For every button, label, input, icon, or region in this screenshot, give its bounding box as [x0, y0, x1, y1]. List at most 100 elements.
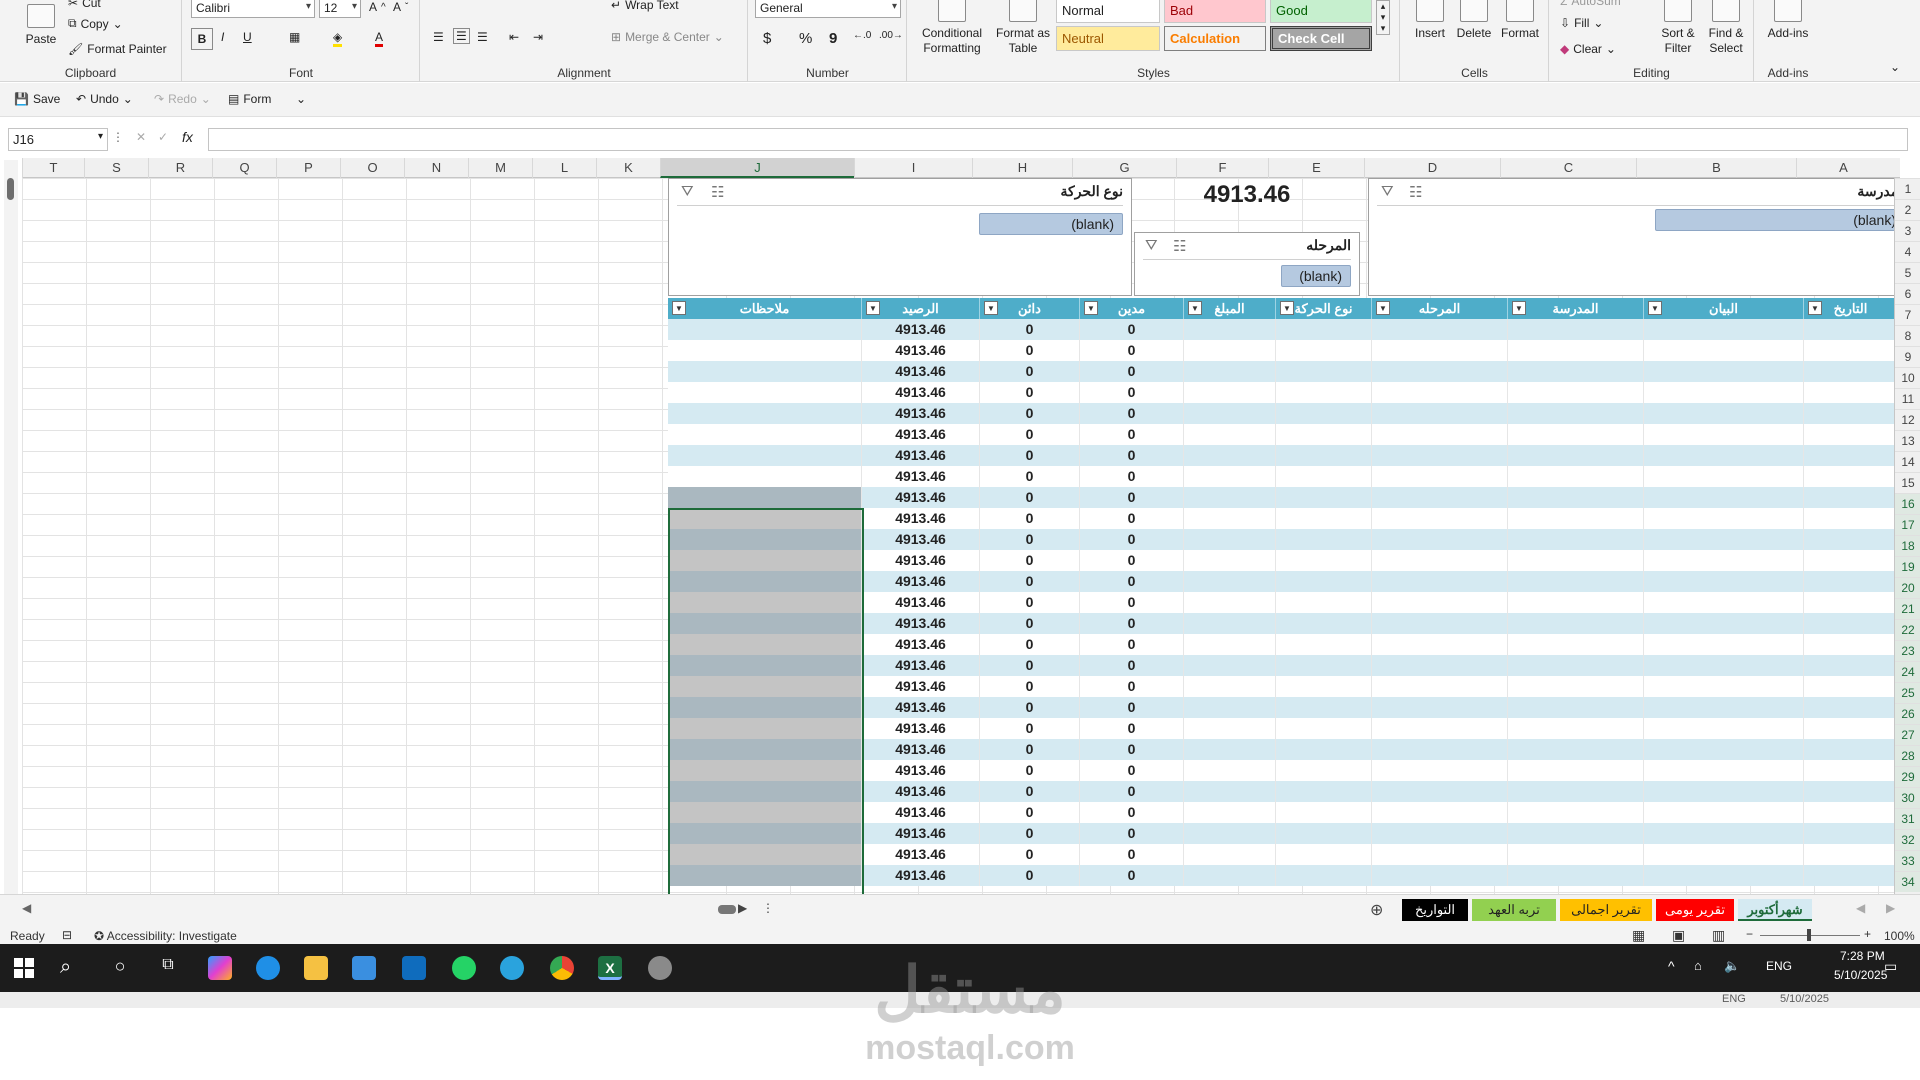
table-cell[interactable]: [1184, 718, 1276, 739]
column-header[interactable]: R: [148, 158, 212, 178]
slicer-movement-type[interactable]: ⛛ ☷ نوع الحركة (blank): [668, 178, 1132, 296]
table-cell[interactable]: 0: [980, 529, 1080, 550]
style-good[interactable]: Good: [1270, 0, 1372, 23]
table-column-header[interactable]: المرحله ▼: [1372, 298, 1508, 319]
table-cell[interactable]: [668, 340, 862, 361]
table-cell[interactable]: [668, 529, 862, 550]
align-left-button[interactable]: ☰: [433, 30, 444, 44]
table-cell[interactable]: 0: [1080, 655, 1184, 676]
table-cell[interactable]: [1508, 676, 1644, 697]
table-cell[interactable]: 4913.46: [862, 508, 980, 529]
table-cell[interactable]: [1184, 802, 1276, 823]
table-cell[interactable]: [1804, 676, 1894, 697]
zoom-out-icon[interactable]: −: [1746, 927, 1753, 941]
table-row[interactable]: 4913.46 0 0: [668, 739, 1894, 760]
table-cell[interactable]: 0: [1080, 319, 1184, 340]
row-header[interactable]: 15: [1895, 472, 1920, 493]
table-row[interactable]: 4913.46 0 0: [668, 529, 1894, 550]
table-row[interactable]: 4913.46 0 0: [668, 382, 1894, 403]
table-cell[interactable]: [1508, 445, 1644, 466]
tray-overflow-icon[interactable]: ^: [1668, 958, 1675, 974]
font-family-select[interactable]: Calibri ▾: [191, 0, 315, 18]
table-cell[interactable]: [1644, 550, 1804, 571]
table-cell[interactable]: [1276, 613, 1372, 634]
table-row[interactable]: 4913.46 0 0: [668, 361, 1894, 382]
slicer-stage[interactable]: ⛛ ☷ المرحله (blank): [1134, 232, 1360, 296]
excel-icon[interactable]: X: [598, 956, 622, 980]
decrease-decimal-button[interactable]: .00→: [879, 30, 903, 41]
row-header[interactable]: 31: [1895, 808, 1920, 829]
table-cell[interactable]: [1644, 403, 1804, 424]
table-cell[interactable]: [1184, 655, 1276, 676]
table-cell[interactable]: [1184, 361, 1276, 382]
table-cell[interactable]: [1508, 613, 1644, 634]
vertical-scrollbar[interactable]: [4, 160, 18, 894]
table-cell[interactable]: [1184, 529, 1276, 550]
table-cell[interactable]: [1508, 487, 1644, 508]
table-cell[interactable]: [1644, 697, 1804, 718]
table-cell[interactable]: [1276, 802, 1372, 823]
table-cell[interactable]: [668, 466, 862, 487]
table-row[interactable]: 4913.46 0 0: [668, 802, 1894, 823]
table-cell[interactable]: [1372, 319, 1508, 340]
table-cell[interactable]: 4913.46: [862, 844, 980, 865]
table-cell[interactable]: [1644, 382, 1804, 403]
table-cell[interactable]: 4913.46: [862, 466, 980, 487]
column-header[interactable]: H: [972, 158, 1072, 178]
table-column-header[interactable]: المبلغ ▼: [1184, 298, 1276, 319]
table-cell[interactable]: [1372, 634, 1508, 655]
italic-button[interactable]: I: [221, 30, 224, 44]
style-normal[interactable]: Normal: [1056, 0, 1160, 23]
row-header[interactable]: 14: [1895, 451, 1920, 472]
table-cell[interactable]: [1184, 697, 1276, 718]
row-header[interactable]: 19: [1895, 556, 1920, 577]
row-header[interactable]: 29: [1895, 766, 1920, 787]
merge-center-button[interactable]: ⊞ Merge & Center ⌄: [611, 30, 724, 44]
indent-decrease-button[interactable]: ⇤: [509, 30, 519, 44]
table-row[interactable]: 4913.46 0 0: [668, 781, 1894, 802]
table-cell[interactable]: [1804, 403, 1894, 424]
table-cell[interactable]: [1372, 424, 1508, 445]
table-cell[interactable]: [1372, 718, 1508, 739]
table-cell[interactable]: [1372, 844, 1508, 865]
table-cell[interactable]: 0: [980, 487, 1080, 508]
scroll-left-icon[interactable]: ◀: [22, 901, 31, 915]
table-cell[interactable]: [1804, 508, 1894, 529]
tab-scroll-right-icon[interactable]: ▶: [1886, 901, 1895, 915]
table-cell[interactable]: [1276, 844, 1372, 865]
table-cell[interactable]: [668, 613, 862, 634]
table-row[interactable]: 4913.46 0 0: [668, 718, 1894, 739]
sheet-tab[interactable]: تقرير يومى: [1656, 899, 1734, 921]
sheet-tab[interactable]: تربه العهد: [1472, 899, 1556, 921]
row-header[interactable]: 8: [1895, 325, 1920, 346]
table-cell[interactable]: [1508, 319, 1644, 340]
row-header[interactable]: 11: [1895, 388, 1920, 409]
table-cell[interactable]: [1184, 760, 1276, 781]
telegram-icon[interactable]: [500, 956, 524, 980]
indent-increase-button[interactable]: ⇥: [533, 30, 543, 44]
slicer-school[interactable]: ⛛ ☷ المدرسة (blank): [1368, 178, 1894, 296]
table-cell[interactable]: [668, 319, 862, 340]
table-cell[interactable]: [1184, 781, 1276, 802]
table-cell[interactable]: 4913.46: [862, 613, 980, 634]
row-header[interactable]: 2: [1895, 199, 1920, 220]
table-cell[interactable]: [1508, 655, 1644, 676]
table-cell[interactable]: [1276, 424, 1372, 445]
table-cell[interactable]: [1508, 823, 1644, 844]
accessibility-status[interactable]: ✪ Accessibility: Investigate: [94, 929, 237, 943]
table-cell[interactable]: [1372, 550, 1508, 571]
table-cell[interactable]: [668, 844, 862, 865]
filter-dropdown-icon[interactable]: ▼: [1280, 301, 1294, 315]
table-cell[interactable]: [1644, 760, 1804, 781]
wrap-text-button[interactable]: ↵ Wrap Text: [611, 0, 679, 12]
column-header[interactable]: I: [854, 158, 972, 178]
table-cell[interactable]: 0: [1080, 676, 1184, 697]
undo-button[interactable]: ↶ Undo ⌄: [76, 92, 133, 106]
table-cell[interactable]: 4913.46: [862, 487, 980, 508]
more-options-icon[interactable]: ⋮: [762, 901, 774, 915]
table-cell[interactable]: [1276, 466, 1372, 487]
scroll-thumb[interactable]: [7, 178, 14, 200]
increase-font-button[interactable]: A ^: [369, 0, 386, 14]
table-cell[interactable]: [1276, 361, 1372, 382]
scroll-right-icon[interactable]: ▶: [738, 901, 747, 915]
